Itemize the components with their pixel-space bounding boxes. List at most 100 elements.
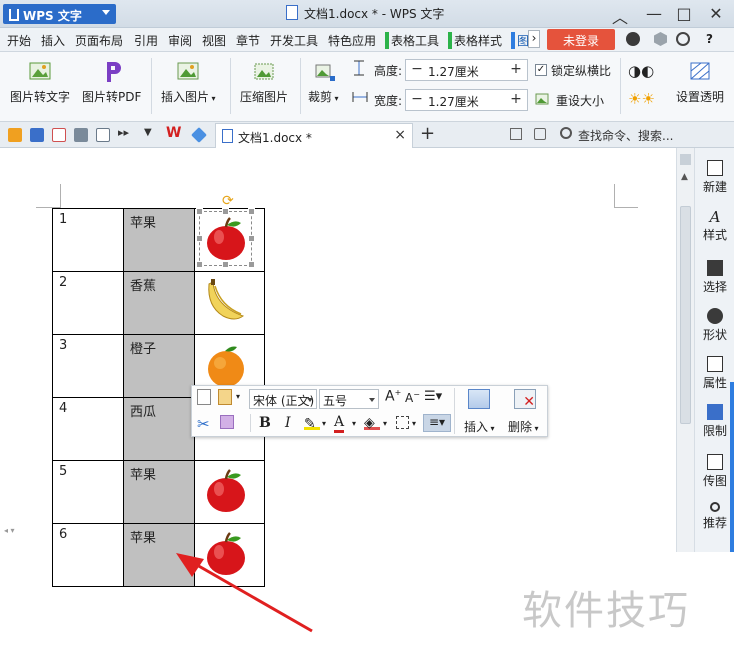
collapse-ribbon-button[interactable]: ︿ <box>606 4 634 27</box>
image-selection-frame[interactable] <box>199 211 252 266</box>
sidebar-item-style[interactable]: A 样式 <box>695 208 734 243</box>
copy-icon[interactable] <box>197 389 211 405</box>
italic-button[interactable]: I <box>285 415 291 431</box>
wps-app-menu-button[interactable]: WPS 文字 <box>3 4 116 24</box>
width-value[interactable]: 1.27厘米 <box>428 93 479 110</box>
cloud-cube-icon[interactable] <box>191 127 207 143</box>
print-icon[interactable] <box>74 128 88 142</box>
skin-icon[interactable] <box>626 32 640 46</box>
font-size-select[interactable]: 五号 <box>319 389 379 409</box>
sync-icon[interactable] <box>676 32 690 46</box>
sidebar-item-recommend[interactable]: 推荐 <box>695 502 734 531</box>
brightness-icon[interactable]: ☀☀ <box>628 90 655 108</box>
reset-size-button[interactable]: 重设大小 <box>556 92 604 109</box>
paste-icon[interactable] <box>218 389 232 405</box>
reset-size-icon[interactable] <box>535 90 551 106</box>
format-painter-scissors-icon[interactable]: ✂ <box>197 415 210 433</box>
width-increase-button[interactable]: + <box>507 90 525 110</box>
hexagon-icon[interactable] <box>654 32 667 46</box>
print-preview-icon[interactable] <box>96 128 110 142</box>
fruit-name-cell[interactable]: 苹果 <box>123 460 195 524</box>
tab-document[interactable]: 文档1.docx * × <box>215 123 413 148</box>
resize-handle[interactable] <box>222 208 229 215</box>
chevron-down-icon[interactable]: ▾ <box>383 419 387 428</box>
watermelon-icon[interactable] <box>203 416 249 456</box>
screen-icon[interactable] <box>510 128 522 140</box>
compress-image-button[interactable]: 压缩图片 <box>240 60 288 105</box>
banana-icon[interactable] <box>203 279 249 330</box>
menu-home[interactable]: 开始 <box>7 32 31 49</box>
scrollbar-thumb[interactable] <box>680 206 691 424</box>
close-window-button[interactable]: ✕ <box>702 4 730 24</box>
set-transparent-button[interactable]: 设置透明 <box>676 60 724 105</box>
quick-access-more-icon[interactable]: ▸▸ <box>118 126 129 139</box>
chevron-up-icon[interactable]: ▲ <box>681 172 688 182</box>
menu-more-button[interactable]: › <box>528 30 540 48</box>
border-icon[interactable] <box>396 416 409 429</box>
crop-button[interactable]: 裁剪 ▾ <box>308 60 339 105</box>
height-increase-button[interactable]: + <box>507 60 525 80</box>
scroll-mode-icon[interactable] <box>680 154 691 165</box>
save-icon[interactable] <box>30 128 44 142</box>
row-number-cell[interactable]: 6 <box>52 523 124 587</box>
width-spinner[interactable]: − 1.27厘米 + <box>405 89 528 111</box>
width-decrease-button[interactable]: − <box>408 90 426 110</box>
rotate-handle-icon[interactable]: ⟳ <box>222 193 234 209</box>
contrast-icon[interactable]: ◑◐ <box>628 62 654 80</box>
bold-button[interactable]: B <box>259 415 271 431</box>
menu-insert[interactable]: 插入 <box>41 32 65 49</box>
chevron-down-icon[interactable]: ▾ <box>412 419 416 428</box>
table-row[interactable]: 2 香蕉 <box>52 271 265 335</box>
menu-table-style[interactable]: 表格样式 <box>448 32 502 49</box>
command-search-input[interactable]: 查找命令、搜索... <box>578 127 673 144</box>
fruit-name-cell[interactable]: 香蕉 <box>123 271 195 335</box>
lock-ratio-checkbox[interactable]: ✓ <box>535 64 547 76</box>
fruit-image-cell[interactable] <box>194 460 265 524</box>
fruit-image-cell[interactable] <box>194 271 265 335</box>
row-number-cell[interactable]: 5 <box>52 460 124 524</box>
image-to-text-button[interactable]: 图片转文字 <box>10 60 70 105</box>
new-tab-button[interactable]: + <box>420 123 435 144</box>
resize-handle[interactable] <box>222 261 229 268</box>
grow-font-button[interactable]: A+ <box>385 388 401 405</box>
wps-w-icon[interactable]: W <box>166 125 181 141</box>
font-color-button[interactable]: A <box>334 414 345 433</box>
height-decrease-button[interactable]: − <box>408 60 426 80</box>
image-to-pdf-button[interactable]: 图片转PDF <box>82 60 141 105</box>
fruit-name-cell[interactable]: 橙子 <box>123 334 195 398</box>
folder-icon[interactable] <box>8 128 22 142</box>
align-button[interactable]: ≡▾ <box>423 414 451 432</box>
fruit-name-cell[interactable]: 西瓜 <box>123 397 195 461</box>
close-tab-icon[interactable]: × <box>394 127 406 143</box>
line-spacing-icon[interactable]: ☰▾ <box>424 389 442 404</box>
row-number-cell[interactable]: 2 <box>52 271 124 335</box>
menu-page-layout[interactable]: 页面布局 <box>75 32 123 49</box>
export-pdf-icon[interactable] <box>52 128 66 142</box>
resize-handle[interactable] <box>248 261 255 268</box>
menu-references[interactable]: 引用 <box>134 32 158 49</box>
row-number-cell[interactable]: 4 <box>52 397 124 461</box>
resize-handle[interactable] <box>196 208 203 215</box>
highlight-icon[interactable]: ✎ <box>304 416 320 432</box>
login-button[interactable]: 未登录 <box>547 29 615 50</box>
sidebar-item-shape[interactable]: 形状 <box>695 308 734 343</box>
shrink-font-button[interactable]: A− <box>405 390 420 405</box>
minimize-button[interactable]: — <box>640 4 668 24</box>
row-number-cell[interactable]: 1 <box>52 208 124 272</box>
format-painter-icon[interactable] <box>220 415 234 429</box>
help-button[interactable]: ? <box>706 32 713 46</box>
row-number-cell[interactable]: 3 <box>52 334 124 398</box>
fruit-name-cell[interactable]: 苹果 <box>123 208 195 272</box>
sidebar-item-new[interactable]: 新建 <box>695 160 734 195</box>
share-icon[interactable] <box>534 128 546 140</box>
resize-handle[interactable] <box>248 208 255 215</box>
sidebar-item-properties[interactable]: 属性 <box>695 356 734 391</box>
insert-button[interactable]: 插入 ▾ <box>464 418 495 435</box>
menu-view[interactable]: 视图 <box>202 32 226 49</box>
font-name-select[interactable]: 宋体 (正文) <box>249 389 317 409</box>
menu-special[interactable]: 特色应用 <box>328 32 376 49</box>
delete-button[interactable]: 删除 ▾ <box>508 418 539 435</box>
resize-handle[interactable] <box>196 261 203 268</box>
menu-picture-tools[interactable]: 图 <box>511 32 529 49</box>
resize-handle[interactable] <box>196 235 203 242</box>
